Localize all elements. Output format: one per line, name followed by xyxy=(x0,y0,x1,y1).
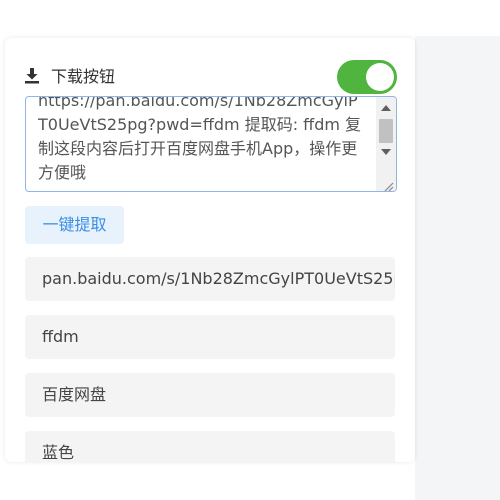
scroll-down-arrow-icon[interactable] xyxy=(381,149,391,155)
share-link-text: https://pan.baidu.com/s/1Nb28ZmcGylPT0Ue… xyxy=(38,96,362,182)
link-field-value: pan.baidu.com/s/1Nb28ZmcGylPT0UeVtS25pg xyxy=(42,269,395,288)
download-button-toggle[interactable] xyxy=(337,60,397,94)
download-icon xyxy=(25,68,39,84)
download-settings-panel: 下载按钮 https://pan.baidu.com/s/1Nb28ZmcGyl… xyxy=(5,38,415,462)
one-click-extract-button[interactable]: 一键提取 xyxy=(25,206,124,244)
link-field[interactable]: pan.baidu.com/s/1Nb28ZmcGylPT0UeVtS25pg xyxy=(25,257,395,301)
toggle-knob xyxy=(366,63,394,91)
code-field-value: ffdm xyxy=(42,327,79,346)
share-link-textarea[interactable]: https://pan.baidu.com/s/1Nb28ZmcGylPT0Ue… xyxy=(25,96,397,192)
color-field[interactable]: 蓝色 xyxy=(25,431,395,462)
scrollbar-thumb[interactable] xyxy=(379,119,393,143)
scroll-up-arrow-icon[interactable] xyxy=(381,105,391,111)
color-field-value: 蓝色 xyxy=(42,443,75,462)
resize-grip-icon[interactable] xyxy=(382,177,394,191)
right-pane xyxy=(415,36,500,500)
panel-title: 下载按钮 xyxy=(51,67,116,86)
panel-header: 下载按钮 xyxy=(25,60,397,96)
platform-field[interactable]: 百度网盘 xyxy=(25,373,395,417)
page: 下载按钮 https://pan.baidu.com/s/1Nb28ZmcGyl… xyxy=(0,0,500,500)
platform-field-value: 百度网盘 xyxy=(42,385,107,404)
code-field[interactable]: ffdm xyxy=(25,315,395,359)
